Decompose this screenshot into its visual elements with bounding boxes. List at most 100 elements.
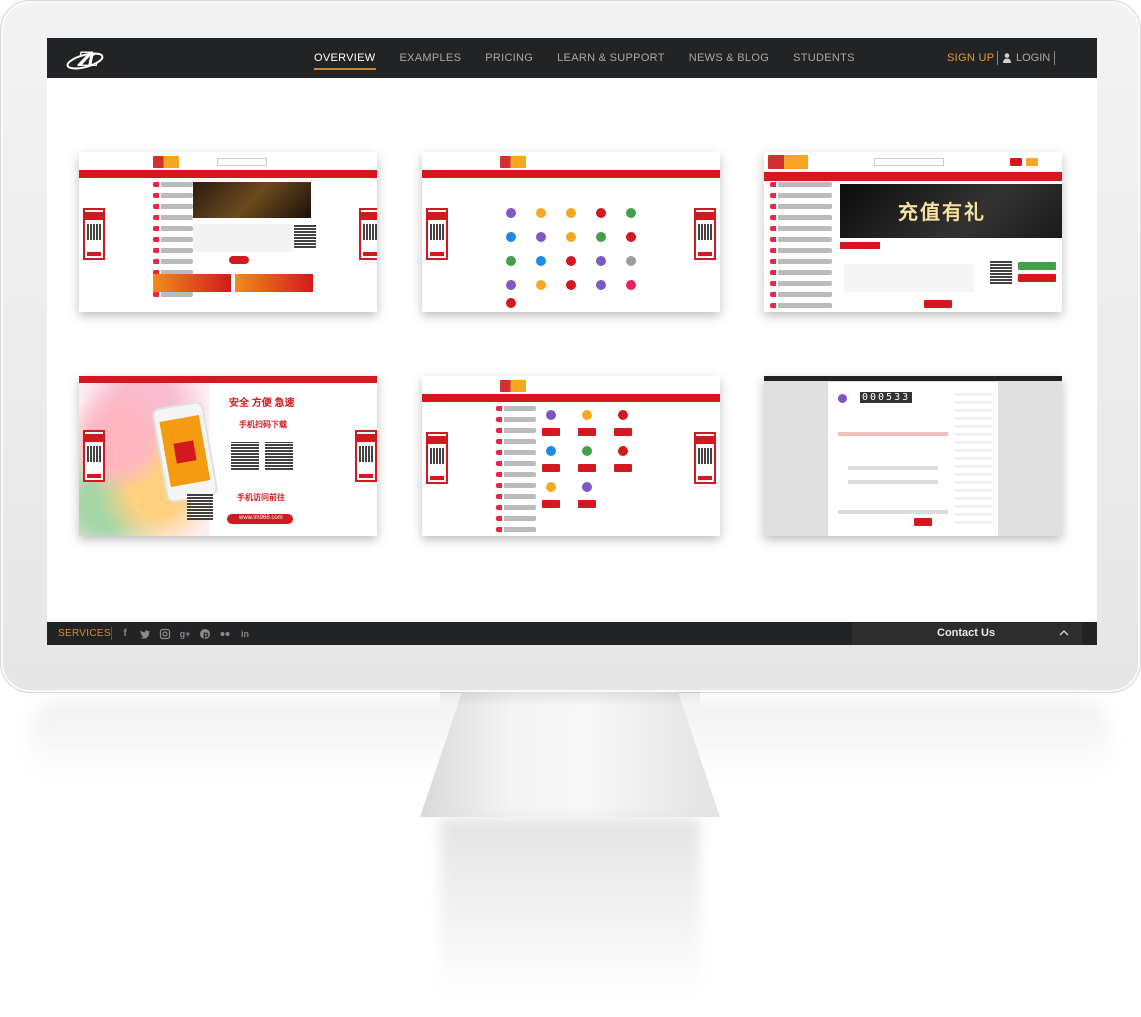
main-menu: OVERVIEW EXAMPLES PRICING LEARN & SUPPOR… bbox=[314, 38, 879, 78]
thumb-button bbox=[578, 500, 596, 508]
thumb-top-bar bbox=[764, 376, 1062, 381]
example-thumbnail-1[interactable] bbox=[79, 152, 377, 312]
chevron-up-icon[interactable] bbox=[1059, 628, 1069, 638]
thumb-qr bbox=[265, 442, 293, 470]
nav-item-overview[interactable]: OVERVIEW bbox=[314, 38, 376, 78]
thumb-logo bbox=[500, 156, 526, 168]
thumb-side-qr bbox=[83, 430, 105, 482]
signup-link[interactable]: SIGN UP bbox=[947, 38, 994, 78]
google-plus-icon[interactable]: g+ bbox=[179, 628, 191, 640]
pinterest-icon[interactable]: p bbox=[199, 628, 211, 640]
thumb-game-icon bbox=[596, 256, 606, 266]
thumb-game-icon bbox=[536, 208, 546, 218]
thumb-game-icon bbox=[626, 232, 636, 242]
thumb-game-icon bbox=[626, 256, 636, 266]
thumb-side-qr bbox=[355, 430, 377, 482]
thumb-row bbox=[838, 432, 948, 436]
thumb-game-icon bbox=[596, 280, 606, 290]
services-link[interactable]: SERVICES bbox=[58, 622, 111, 645]
thumb-game-icon bbox=[536, 280, 546, 290]
thumb-game-icon bbox=[506, 280, 516, 290]
screen: Z L OVERVIEW EXAMPLES PRICING LEARN & SU… bbox=[47, 38, 1097, 645]
thumb-banner bbox=[193, 182, 311, 218]
instagram-icon[interactable] bbox=[159, 628, 171, 640]
stand-reflection bbox=[440, 818, 700, 998]
nav-item-students[interactable]: STUDENTS bbox=[793, 38, 855, 78]
nav-divider bbox=[997, 51, 998, 65]
thumb-game-icon bbox=[536, 232, 546, 242]
login-link[interactable]: LOGIN bbox=[1003, 38, 1050, 78]
example-thumbnail-5[interactable] bbox=[422, 376, 720, 536]
thumb-button bbox=[914, 518, 932, 526]
desktop-monitor-mockup: Z L OVERVIEW EXAMPLES PRICING LEARN & SU… bbox=[0, 0, 1141, 1017]
thumb-menu-bar bbox=[79, 376, 377, 383]
example-thumbnail-2[interactable] bbox=[422, 152, 720, 312]
nav-item-learn-support[interactable]: LEARN & SUPPORT bbox=[557, 38, 665, 78]
thumb-game-icon bbox=[536, 256, 546, 266]
thumb-row bbox=[848, 466, 938, 470]
thumb-logo bbox=[500, 380, 526, 392]
thumb-game-icon bbox=[596, 208, 606, 218]
thumb-game-icon bbox=[546, 446, 556, 456]
thumb-tab bbox=[840, 242, 880, 249]
thumb-side-qr bbox=[426, 208, 448, 260]
user-icon bbox=[1003, 53, 1011, 63]
thumb-game-icon bbox=[566, 208, 576, 218]
thumb-side-qr bbox=[83, 208, 105, 260]
thumb-lottery-list bbox=[496, 406, 536, 536]
example-thumbnail-3[interactable]: 充值有礼 bbox=[764, 152, 1062, 312]
thumb-headline: 安全 方便 急速 bbox=[229, 398, 295, 409]
social-links: f g+ p in bbox=[119, 622, 251, 645]
nav-item-pricing[interactable]: PRICING bbox=[485, 38, 533, 78]
thumb-menu-bar bbox=[79, 170, 377, 178]
thumb-panel bbox=[193, 224, 293, 252]
login-label: LOGIN bbox=[1016, 52, 1051, 64]
thumb-game-icon bbox=[566, 232, 576, 242]
facebook-icon[interactable]: f bbox=[119, 628, 131, 640]
monitor-stand-shadow bbox=[440, 692, 700, 706]
nav-divider bbox=[1054, 51, 1055, 65]
brand-logo-icon[interactable]: Z L bbox=[65, 44, 107, 72]
thumb-game-icon bbox=[546, 482, 556, 492]
thumb-button bbox=[578, 464, 596, 472]
thumb-game-icon bbox=[506, 298, 516, 308]
thumb-banner: 充值有礼 bbox=[840, 184, 1062, 238]
thumb-game-icon bbox=[582, 482, 592, 492]
thumb-menu-bar bbox=[422, 394, 720, 402]
thumb-game-icon bbox=[626, 280, 636, 290]
thumb-header bbox=[422, 376, 720, 396]
thumb-button bbox=[614, 464, 632, 472]
flickr-icon[interactable] bbox=[219, 628, 231, 640]
thumb-header bbox=[422, 152, 720, 172]
thumb-game-icon bbox=[546, 410, 556, 420]
contact-panel[interactable]: Contact Us bbox=[852, 622, 1082, 645]
contact-label: Contact Us bbox=[937, 627, 996, 639]
nav-item-examples[interactable]: EXAMPLES bbox=[400, 38, 462, 78]
thumb-logo bbox=[153, 156, 179, 168]
top-navigation: Z L OVERVIEW EXAMPLES PRICING LEARN & SU… bbox=[47, 38, 1097, 78]
thumb-button bbox=[1026, 158, 1038, 166]
linkedin-icon[interactable]: in bbox=[239, 628, 251, 640]
thumb-game-icon bbox=[618, 410, 628, 420]
thumb-promo bbox=[153, 274, 231, 292]
thumb-game-icon bbox=[618, 446, 628, 456]
thumb-button bbox=[578, 428, 596, 436]
nav-item-news-blog[interactable]: NEWS & BLOG bbox=[689, 38, 769, 78]
thumb-side-qr bbox=[694, 208, 716, 260]
thumb-side-qr bbox=[359, 208, 377, 260]
example-thumbnail-4[interactable]: 安全 方便 急速 手机扫码下载 手机访问前往 www.lm966.com bbox=[79, 376, 377, 536]
thumb-button bbox=[542, 428, 560, 436]
example-thumbnail-6[interactable]: 000533 bbox=[764, 376, 1062, 536]
thumb-menu-bar bbox=[764, 172, 1062, 181]
thumb-button bbox=[1018, 274, 1056, 282]
thumb-promo bbox=[235, 274, 313, 292]
monitor-frame: Z L OVERVIEW EXAMPLES PRICING LEARN & SU… bbox=[0, 0, 1141, 693]
twitter-icon[interactable] bbox=[139, 628, 151, 640]
thumb-row bbox=[838, 510, 948, 514]
thumb-url: www.lm966.com bbox=[239, 515, 283, 521]
thumb-lottery-list bbox=[770, 182, 832, 312]
thumb-game-icon bbox=[582, 410, 592, 420]
thumb-search bbox=[874, 158, 944, 166]
thumb-button bbox=[229, 256, 249, 264]
thumb-side-qr bbox=[426, 432, 448, 484]
